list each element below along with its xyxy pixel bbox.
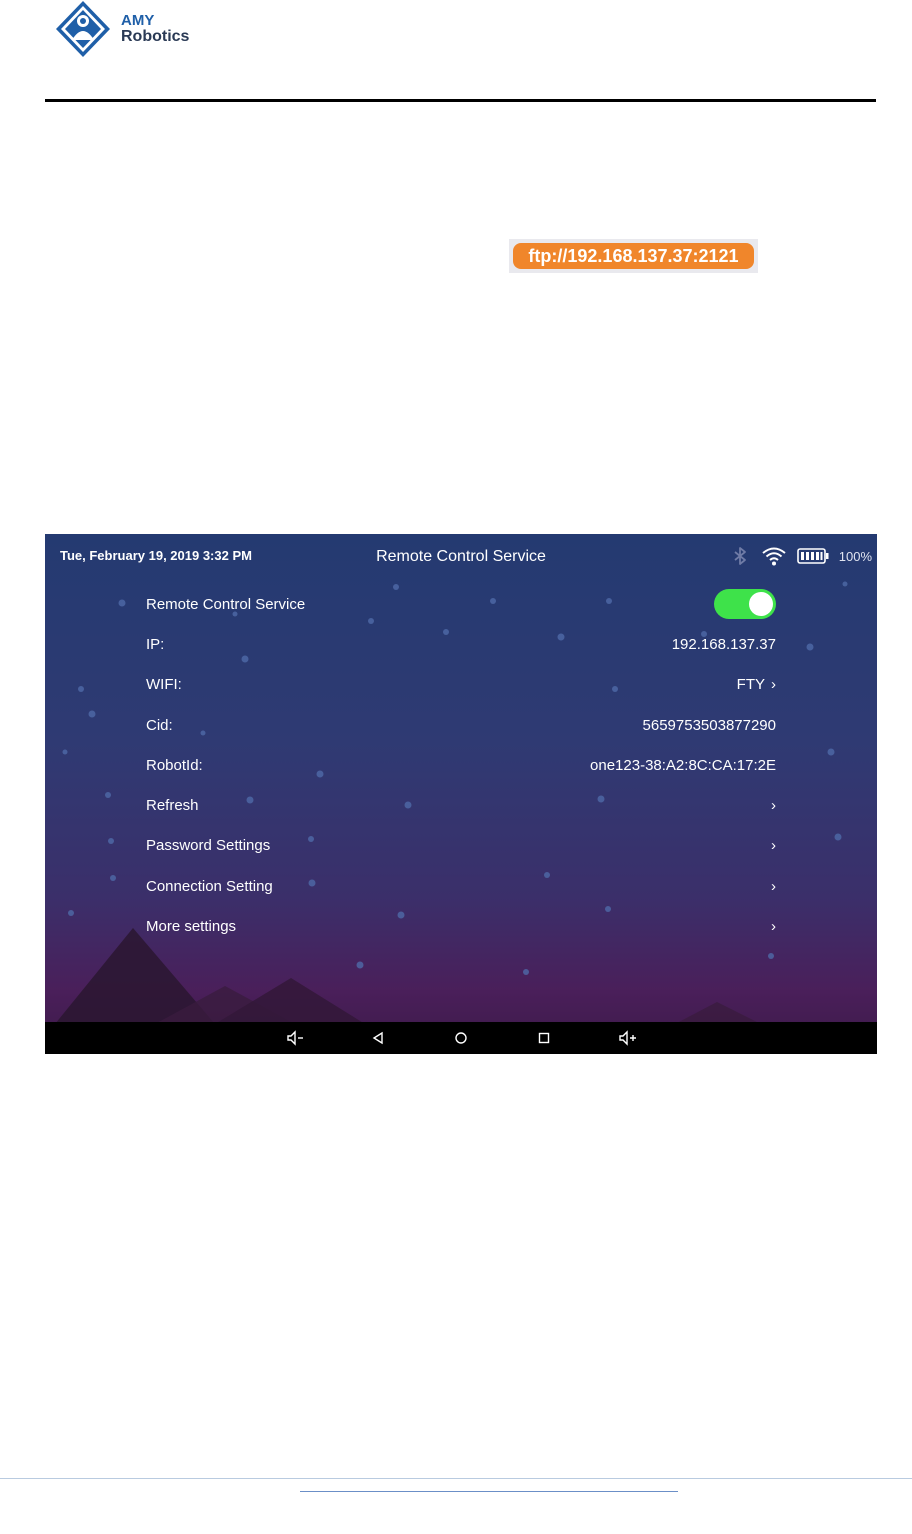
device-screenshot: Tue, February 19, 2019 3:32 PM Remote Co… — [45, 534, 877, 1054]
header-divider — [45, 99, 876, 102]
wifi-value: FTY — [736, 676, 765, 694]
status-bar: Tue, February 19, 2019 3:32 PM Remote Co… — [45, 534, 877, 578]
cid-row: Cid: 5659753503877290 — [146, 705, 776, 745]
logo-line-2: Robotics — [121, 28, 190, 45]
ip-row: IP: 192.168.137.37 — [146, 624, 776, 664]
cid-value: 5659753503877290 — [642, 716, 776, 734]
chevron-right-icon: › — [771, 877, 776, 895]
more-settings-row[interactable]: More settings › — [146, 906, 776, 946]
refresh-label: Refresh — [146, 797, 199, 815]
logo-line-1: AMY — [121, 12, 155, 29]
remote-control-service-label: Remote Control Service — [146, 595, 306, 613]
more-settings-label: More settings — [146, 918, 237, 936]
footer-divider — [0, 1478, 912, 1479]
cid-label: Cid: — [146, 716, 173, 734]
settings-list: Remote Control Service IP: 192.168.137.3… — [146, 584, 776, 947]
robotid-row: RobotId: one123-38:A2:8C:CA:17:2E — [146, 745, 776, 785]
footer-link-underline — [300, 1491, 678, 1492]
chevron-right-icon: › — [771, 797, 776, 815]
remote-control-service-row: Remote Control Service — [146, 584, 776, 624]
robotid-label: RobotId: — [146, 756, 203, 774]
chevron-right-icon: › — [771, 837, 776, 855]
amy-robotics-logo: AMY Robotics — [54, 0, 214, 60]
back-icon[interactable] — [367, 1028, 389, 1048]
robotid-value: one123-38:A2:8C:CA:17:2E — [590, 756, 776, 774]
remote-control-service-toggle[interactable] — [714, 589, 776, 619]
ftp-address-snippet: ftp://192.168.137.37:2121 — [509, 239, 758, 273]
amy-robotics-logo-mark — [56, 1, 110, 57]
wifi-label: WIFI: — [146, 676, 182, 694]
chevron-right-icon: › — [771, 918, 776, 936]
ftp-address-label: ftp://192.168.137.37:2121 — [513, 243, 754, 269]
navigation-bar — [45, 1022, 877, 1054]
battery-icon — [796, 548, 829, 564]
refresh-row[interactable]: Refresh › — [146, 785, 776, 825]
connection-setting-row[interactable]: Connection Setting › — [146, 866, 776, 906]
ip-value: 192.168.137.37 — [671, 635, 776, 653]
volume-up-icon[interactable] — [617, 1028, 639, 1048]
connection-setting-label: Connection Setting — [146, 877, 273, 895]
wifi-icon — [762, 547, 786, 566]
volume-down-icon[interactable] — [285, 1028, 307, 1048]
chevron-right-icon: › — [771, 676, 776, 694]
bluetooth-icon — [734, 547, 746, 565]
home-icon[interactable] — [450, 1028, 472, 1048]
battery-percentage: 100% — [838, 548, 872, 564]
password-settings-row[interactable]: Password Settings › — [146, 826, 776, 866]
ip-label: IP: — [146, 635, 165, 653]
recents-icon[interactable] — [533, 1028, 555, 1048]
password-settings-label: Password Settings — [146, 837, 271, 855]
wifi-row[interactable]: WIFI: FTY › — [146, 665, 776, 705]
toggle-knob — [749, 592, 773, 616]
